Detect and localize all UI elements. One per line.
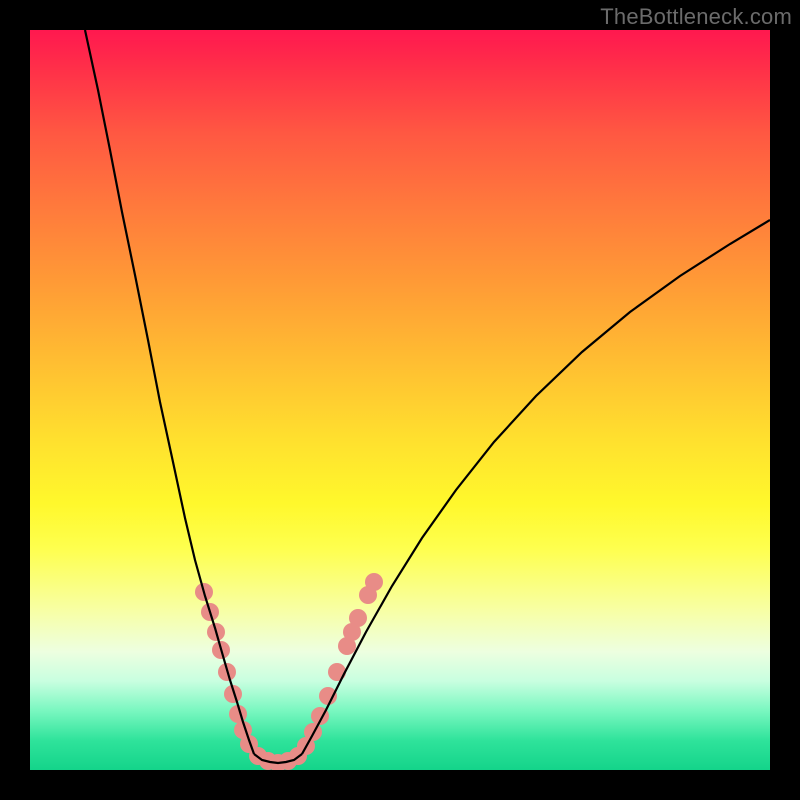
curve-layer [30, 30, 770, 770]
highlight-marker [328, 663, 346, 681]
plot-area [30, 30, 770, 770]
chart-frame: TheBottleneck.com [0, 0, 800, 800]
markers-group [195, 573, 383, 770]
curve-right-branch [302, 220, 770, 754]
watermark-text: TheBottleneck.com [600, 4, 792, 30]
highlight-marker [349, 609, 367, 627]
highlight-marker [319, 687, 337, 705]
highlight-marker [365, 573, 383, 591]
